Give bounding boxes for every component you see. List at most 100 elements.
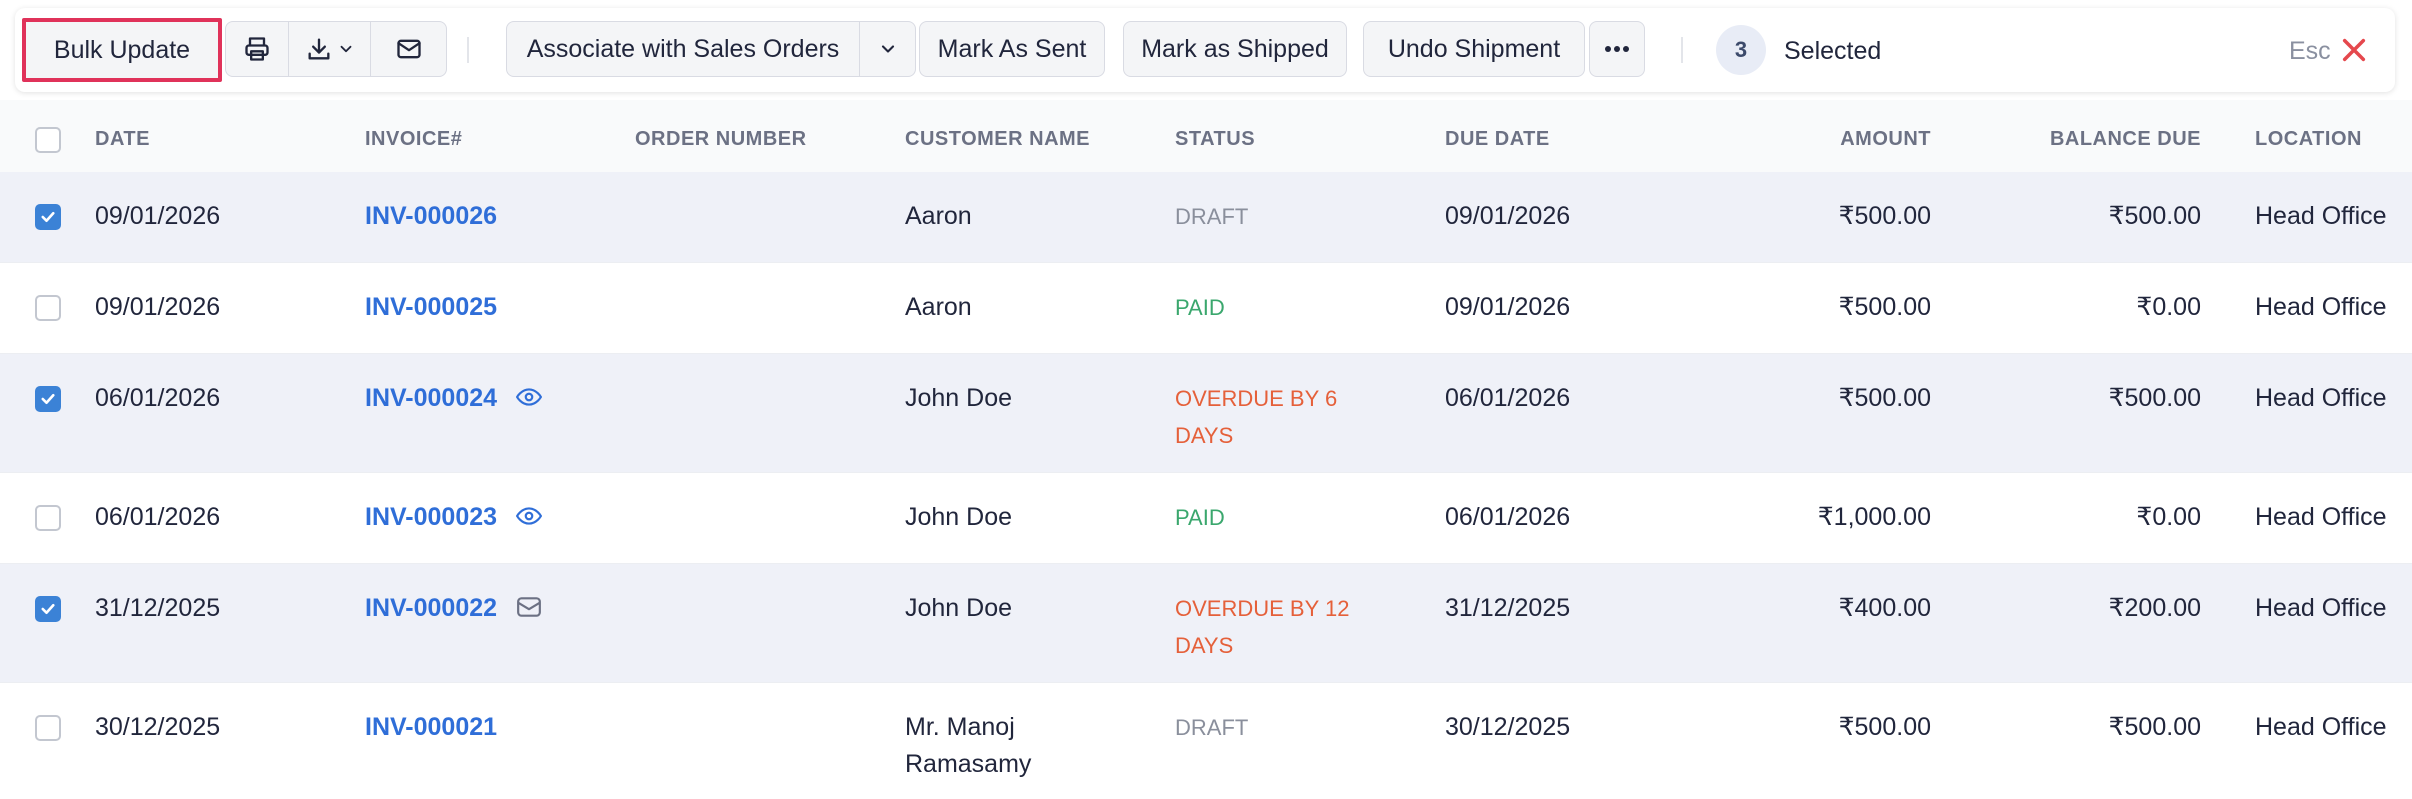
print-button[interactable] — [226, 22, 288, 76]
cell-location: Head Office — [2255, 594, 2387, 622]
associate-sales-orders-button[interactable]: Associate with Sales Orders — [507, 22, 859, 76]
cell-amount: ₹500.00 — [1838, 713, 1931, 741]
export-button-group — [225, 21, 447, 77]
cell-balance-due: ₹500.00 — [2108, 384, 2201, 412]
row-checkbox[interactable] — [35, 505, 61, 531]
close-icon[interactable] — [2340, 36, 2368, 64]
cell-due-date: 09/01/2026 — [1445, 202, 1571, 230]
cell-due-date: 09/01/2026 — [1445, 293, 1571, 321]
table-row[interactable]: 06/01/2026 INV-000023 John Doe PAID 06/0… — [0, 473, 2412, 564]
mail-icon — [396, 39, 421, 59]
cell-amount: ₹1,000.00 — [1817, 503, 1931, 531]
cell-balance-due: ₹200.00 — [2108, 594, 2201, 622]
cell-customer-name-line2: Ramasamy — [905, 750, 1032, 778]
chevron-down-icon — [881, 45, 894, 53]
cell-customer-name: John Doe — [905, 594, 1013, 622]
cell-customer-name: Mr. Manoj — [905, 713, 1015, 741]
mark-as-shipped-button[interactable]: Mark as Shipped — [1123, 21, 1347, 77]
cell-balance-due: ₹500.00 — [2108, 713, 2201, 741]
cell-date: 06/01/2026 — [95, 384, 221, 412]
cell-date: 30/12/2025 — [95, 713, 221, 741]
cell-amount: ₹400.00 — [1838, 594, 1931, 622]
row-checkbox[interactable] — [35, 295, 61, 321]
mark-as-sent-button[interactable]: Mark As Sent — [919, 21, 1105, 77]
column-header-date[interactable]: DATE — [95, 128, 150, 151]
status-badge: OVERDUE BY 6 — [1175, 386, 1338, 411]
row-checkbox[interactable] — [35, 596, 61, 622]
cell-location: Head Office — [2255, 384, 2387, 412]
mail-icon[interactable] — [516, 595, 542, 619]
toolbar-divider — [1681, 37, 1683, 63]
column-header-status[interactable]: STATUS — [1175, 128, 1255, 151]
table-row[interactable]: 06/01/2026 INV-000024 John Doe OVERDUE B… — [0, 354, 2412, 473]
undo-shipment-button[interactable]: Undo Shipment — [1363, 21, 1585, 77]
cell-due-date: 30/12/2025 — [1445, 713, 1571, 741]
row-checkbox[interactable] — [35, 204, 61, 230]
invoice-link[interactable]: INV-000024 — [365, 380, 497, 417]
cell-amount: ₹500.00 — [1838, 202, 1931, 230]
cell-date: 06/01/2026 — [95, 503, 221, 531]
cell-amount: ₹500.00 — [1838, 384, 1931, 412]
download-button[interactable] — [288, 22, 370, 76]
bulk-update-button[interactable]: Bulk Update — [22, 18, 222, 82]
toolbar-divider — [467, 37, 469, 63]
status-badge-line2: DAYS — [1175, 633, 1234, 658]
column-header-amount[interactable]: AMOUNT — [1700, 128, 1931, 151]
cell-customer-name: Aaron — [905, 202, 972, 230]
table-row[interactable]: 09/01/2026 INV-000025 Aaron PAID 09/01/2… — [0, 263, 2412, 354]
cell-balance-due: ₹0.00 — [2136, 293, 2201, 321]
cell-customer-name: Aaron — [905, 293, 972, 321]
cell-date: 09/01/2026 — [95, 293, 221, 321]
bulk-action-toolbar: Bulk Update Associate with Sales Orders … — [15, 8, 2395, 92]
eye-icon[interactable] — [516, 505, 542, 527]
cell-balance-due: ₹500.00 — [2108, 202, 2201, 230]
status-badge-line2: DAYS — [1175, 423, 1234, 448]
select-all-checkbox[interactable] — [35, 127, 61, 153]
selected-count-badge: 3 — [1716, 25, 1766, 75]
more-actions-button[interactable] — [1589, 21, 1645, 77]
associate-sales-orders-group: Associate with Sales Orders — [506, 21, 916, 77]
cell-location: Head Office — [2255, 293, 2387, 321]
row-checkbox[interactable] — [35, 386, 61, 412]
cell-customer-name: John Doe — [905, 503, 1013, 531]
eye-icon[interactable] — [516, 386, 542, 408]
more-horizontal-icon — [1605, 46, 1629, 52]
row-checkbox[interactable] — [35, 715, 61, 741]
status-badge: PAID — [1175, 295, 1225, 320]
column-header-customer-name[interactable]: CUSTOMER NAME — [905, 128, 1090, 151]
download-icon — [308, 38, 329, 60]
invoice-link[interactable]: INV-000026 — [365, 198, 497, 235]
column-header-order-number[interactable]: ORDER NUMBER — [635, 128, 807, 151]
email-button[interactable] — [370, 22, 446, 76]
cell-due-date: 06/01/2026 — [1445, 384, 1571, 412]
invoice-link[interactable]: INV-000023 — [365, 499, 497, 536]
column-header-location[interactable]: LOCATION — [2255, 128, 2362, 151]
cell-date: 31/12/2025 — [95, 594, 221, 622]
invoice-link[interactable]: INV-000021 — [365, 709, 497, 746]
table-row[interactable]: 09/01/2026 INV-000026 Aaron DRAFT 09/01/… — [0, 172, 2412, 263]
cell-due-date: 31/12/2025 — [1445, 594, 1571, 622]
cell-location: Head Office — [2255, 503, 2387, 531]
column-header-due-date[interactable]: DUE DATE — [1445, 128, 1550, 151]
column-header-invoice[interactable]: INVOICE# — [365, 128, 462, 151]
table-header: DATE INVOICE# ORDER NUMBER CUSTOMER NAME… — [0, 100, 2412, 172]
column-header-balance-due[interactable]: BALANCE DUE — [1970, 128, 2201, 151]
cell-due-date: 06/01/2026 — [1445, 503, 1571, 531]
printer-icon — [245, 37, 269, 61]
selected-label: Selected — [1784, 37, 1882, 65]
esc-hint: Esc — [2289, 37, 2331, 65]
associate-dropdown-toggle[interactable] — [859, 22, 915, 76]
status-badge: PAID — [1175, 505, 1225, 530]
cell-amount: ₹500.00 — [1838, 293, 1931, 321]
status-badge: OVERDUE BY 12 — [1175, 596, 1350, 621]
cell-location: Head Office — [2255, 202, 2387, 230]
cell-customer-name: John Doe — [905, 384, 1013, 412]
table-row[interactable]: 30/12/2025 INV-000021 Mr. Manoj Ramasamy… — [0, 683, 2412, 799]
status-badge: DRAFT — [1175, 204, 1249, 229]
cell-date: 09/01/2026 — [95, 202, 221, 230]
invoice-link[interactable]: INV-000025 — [365, 289, 497, 326]
status-badge: DRAFT — [1175, 715, 1249, 740]
table-row[interactable]: 31/12/2025 INV-000022 John Doe OVERDUE B… — [0, 564, 2412, 683]
invoice-link[interactable]: INV-000022 — [365, 590, 497, 627]
chevron-down-icon — [340, 45, 351, 53]
